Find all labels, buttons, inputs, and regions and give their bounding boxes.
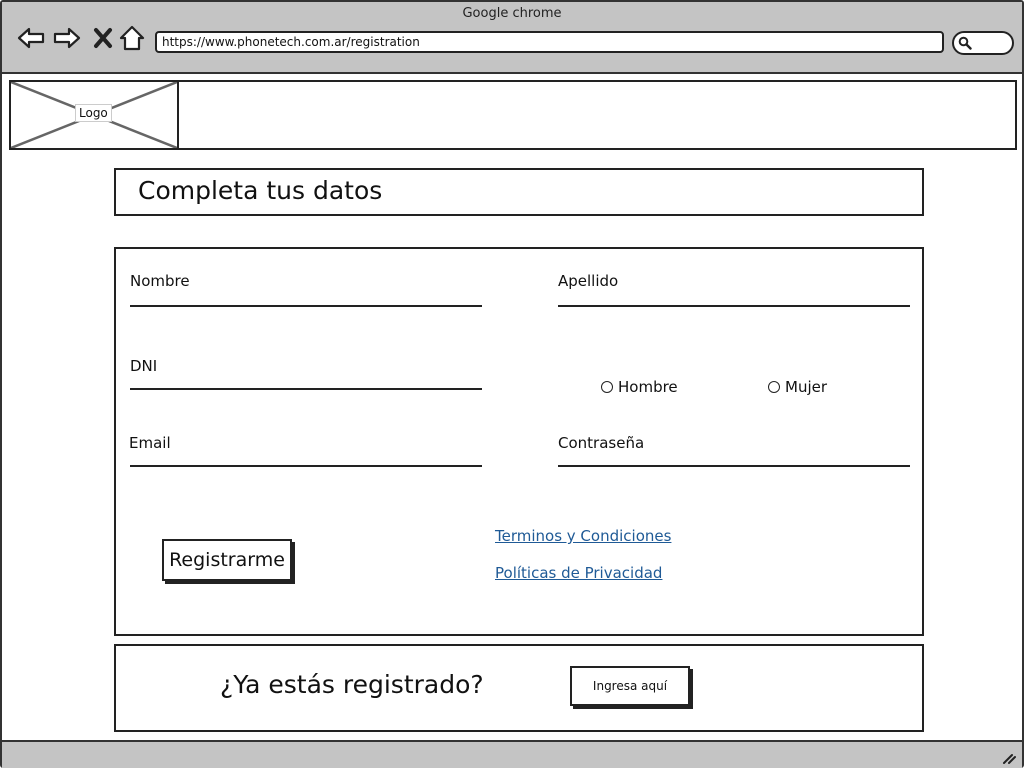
window-title: Google chrome (462, 6, 562, 21)
password-input[interactable] (558, 465, 910, 467)
dni-input[interactable] (130, 388, 482, 390)
back-arrow-icon[interactable] (16, 24, 46, 52)
radio-circle (601, 381, 613, 393)
status-bar (2, 740, 1022, 768)
url-bar[interactable]: https://www.phonetech.com.ar/registratio… (155, 31, 944, 53)
resize-grip-icon[interactable] (1002, 752, 1016, 764)
page-title-box: Completa tus datos (114, 168, 924, 216)
login-prompt-box: ¿Ya estás registrado? Ingresa aquí (114, 644, 924, 732)
email-label: Email (129, 434, 171, 452)
close-x-icon[interactable] (88, 24, 118, 52)
home-icon[interactable] (117, 24, 147, 52)
browser-chrome: Google chrome https://www.phonetech.com.… (2, 2, 1022, 74)
search-icon (958, 36, 972, 50)
search-box[interactable] (952, 31, 1014, 55)
login-button[interactable]: Ingresa aquí (570, 666, 690, 706)
logo-placeholder[interactable]: Logo (11, 82, 179, 148)
terms-link[interactable]: Terminos y Condiciones (495, 527, 671, 545)
dni-label: DNI (130, 357, 158, 375)
nombre-input[interactable] (130, 305, 482, 307)
privacy-link[interactable]: Políticas de Privacidad (495, 564, 662, 582)
apellido-input[interactable] (558, 305, 910, 307)
site-header: Logo (9, 80, 1017, 150)
password-label: Contraseña (558, 434, 645, 452)
forward-arrow-icon[interactable] (52, 24, 82, 52)
radio-mujer-label: Mujer (785, 378, 828, 396)
radio-hombre-label: Hombre (618, 378, 678, 396)
already-registered-text: ¿Ya estás registrado? (220, 670, 484, 699)
registration-form: Nombre Apellido DNI Hombre Mujer Email C… (114, 247, 924, 636)
radio-circle (768, 381, 780, 393)
register-button[interactable]: Registrarme (162, 539, 292, 581)
browser-window: Google chrome https://www.phonetech.com.… (0, 0, 1024, 768)
email-input[interactable] (130, 465, 482, 467)
page-title: Completa tus datos (138, 176, 383, 205)
apellido-label: Apellido (558, 272, 619, 290)
radio-hombre[interactable]: Hombre (601, 378, 678, 396)
nombre-label: Nombre (130, 272, 190, 290)
radio-mujer[interactable]: Mujer (768, 378, 827, 396)
logo-label: Logo (75, 104, 112, 122)
